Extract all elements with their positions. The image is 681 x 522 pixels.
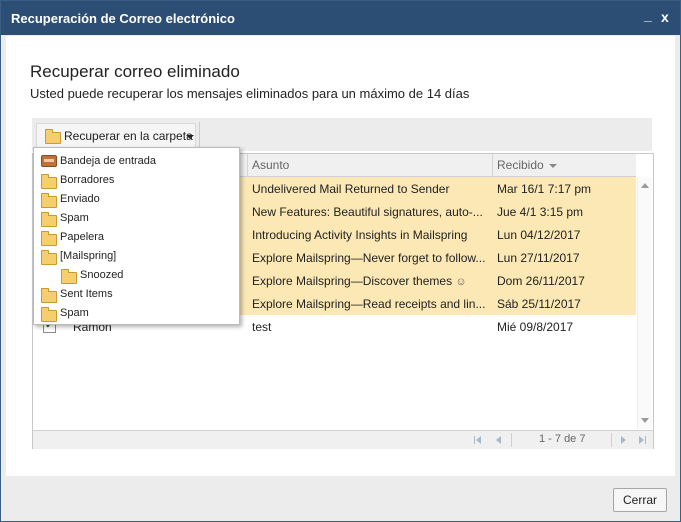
- folder-icon: [41, 288, 57, 303]
- inbox-icon: [41, 155, 57, 167]
- row-received: Sáb 25/11/2017: [497, 297, 581, 311]
- row-received: Dom 26/11/2017: [497, 274, 585, 288]
- row-subject: test: [252, 320, 272, 334]
- recover-to-folder-label: Recuperar en la carpeta: [64, 129, 193, 143]
- close-window-button[interactable]: x: [661, 9, 669, 25]
- column-header-received-label: Recibido: [497, 158, 544, 172]
- close-button[interactable]: Cerrar: [613, 488, 667, 512]
- menu-item-sent-items[interactable]: Sent Items: [34, 285, 239, 304]
- row-subject: New Features: Beautiful signatures, auto…: [252, 205, 483, 219]
- menu-item-label: Snoozed: [80, 269, 124, 281]
- row-subject: Undelivered Mail Returned to Sender: [252, 182, 450, 196]
- vertical-scrollbar[interactable]: [637, 177, 652, 429]
- folder-icon: [45, 129, 61, 144]
- last-page-icon[interactable]: [633, 433, 649, 447]
- row-subject: Introducing Activity Insights in Mailspr…: [252, 228, 468, 242]
- folder-icon: [61, 269, 77, 284]
- row-subject: Explore Mailspring—Never forget to follo…: [252, 251, 486, 265]
- pager-divider: [511, 433, 512, 447]
- menu-item-enviado[interactable]: Enviado: [34, 190, 239, 209]
- row-received: Lun 27/11/2017: [497, 251, 580, 265]
- pager-divider: [611, 433, 612, 447]
- menu-item-label: Sent Items: [60, 288, 113, 300]
- row-received: Mié 09/8/2017: [497, 320, 574, 334]
- menu-item-spam-2[interactable]: Spam: [34, 304, 239, 323]
- column-header-subject-label: Asunto: [252, 158, 290, 172]
- folder-icon: [41, 212, 57, 227]
- menu-item-label: Spam: [60, 212, 89, 224]
- next-page-icon[interactable]: [615, 433, 631, 447]
- row-received: Mar 16/1 7:17 pm: [497, 182, 592, 196]
- menu-item-mailspring[interactable]: [Mailspring]: [34, 247, 239, 266]
- folder-icon: [41, 231, 57, 246]
- first-page-icon[interactable]: [471, 433, 487, 447]
- folder-dropdown-menu: Bandeja de entrada Borradores Enviado Sp…: [33, 147, 240, 325]
- folder-icon: [41, 193, 57, 208]
- row-subject-cell: Explore Mailspring—Discover themes ☺: [252, 274, 487, 288]
- page-title: Recuperar correo eliminado: [30, 62, 240, 81]
- menu-item-spam[interactable]: Spam: [34, 209, 239, 228]
- menu-item-label: Papelera: [60, 231, 105, 243]
- chevron-down-icon: [186, 135, 194, 139]
- sort-descending-icon: [548, 163, 557, 168]
- toolbar-divider: [199, 122, 200, 148]
- menu-item-label: Borradores: [60, 174, 115, 186]
- folder-icon: [41, 250, 57, 265]
- page-description: Usted puede recuperar los mensajes elimi…: [30, 86, 470, 101]
- folder-icon: [41, 307, 57, 322]
- menu-item-label: Bandeja de entrada: [60, 155, 157, 167]
- menu-item-snoozed[interactable]: Snoozed: [34, 266, 239, 285]
- recover-to-folder-button[interactable]: Recuperar en la carpeta: [36, 123, 196, 149]
- scroll-up-icon[interactable]: [641, 183, 649, 188]
- column-header-subject[interactable]: Asunto: [247, 154, 489, 176]
- title-bar[interactable]: Recuperación de Correo electrónico _ x: [1, 1, 680, 35]
- menu-item-bandeja-de-entrada[interactable]: Bandeja de entrada: [34, 152, 239, 171]
- pagination-bar: 1 - 7 de 7: [33, 430, 653, 449]
- pager-status: 1 - 7 de 7: [539, 433, 586, 445]
- menu-item-label: [Mailspring]: [60, 250, 117, 262]
- row-received: Jue 4/1 3:15 pm: [497, 205, 584, 219]
- menu-item-label: Spam: [60, 307, 89, 319]
- scroll-down-icon[interactable]: [641, 418, 649, 423]
- folder-icon: [41, 174, 57, 189]
- minimize-button[interactable]: _: [644, 7, 652, 23]
- row-subject: Explore Mailspring—Discover themes: [252, 274, 453, 288]
- row-subject: Explore Mailspring—Read receipts and lin…: [252, 297, 486, 311]
- menu-item-papelera[interactable]: Papelera: [34, 228, 239, 247]
- menu-item-label: Enviado: [60, 193, 100, 205]
- window-title: Recuperación de Correo electrónico: [11, 11, 235, 26]
- previous-page-icon[interactable]: [491, 433, 507, 447]
- menu-item-borradores[interactable]: Borradores: [34, 171, 239, 190]
- emoji-icon: ☺: [455, 276, 467, 288]
- column-header-received[interactable]: Recibido: [492, 154, 637, 176]
- row-received: Lun 04/12/2017: [497, 228, 581, 242]
